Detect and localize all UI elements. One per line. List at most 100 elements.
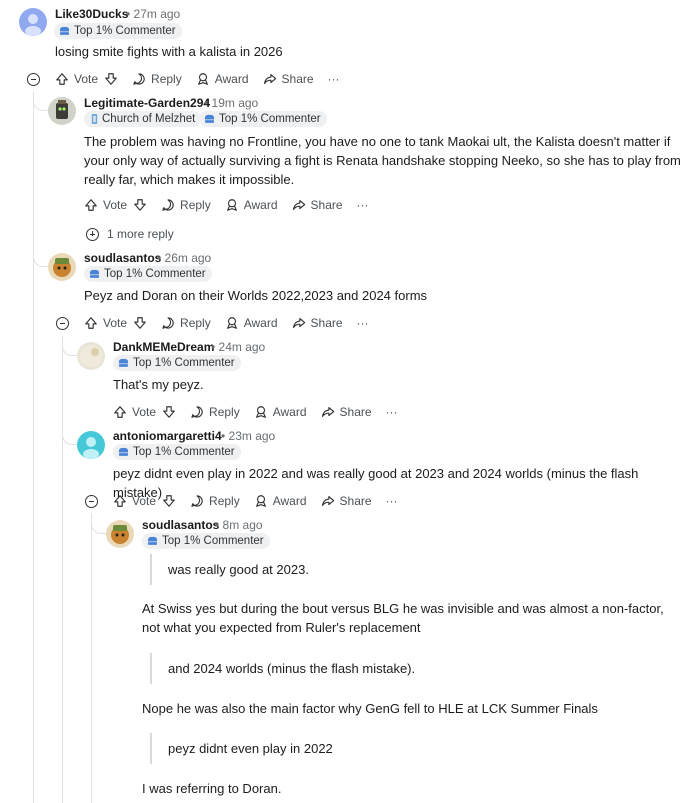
collapse-thread-button[interactable]	[27, 73, 40, 86]
more-options-button[interactable]: ···	[386, 405, 398, 419]
upvote-icon	[113, 494, 127, 508]
award-button[interactable]: Award	[254, 405, 307, 419]
share-icon	[292, 198, 306, 212]
reply-icon	[132, 72, 146, 86]
downvote-icon	[162, 405, 176, 419]
more-options-button[interactable]: ···	[357, 198, 369, 212]
avatar[interactable]	[48, 97, 76, 125]
award-icon	[225, 198, 239, 212]
more-replies-link[interactable]: 1 more reply	[86, 227, 174, 241]
share-icon	[263, 72, 277, 86]
timestamp[interactable]: • 27m ago	[126, 7, 180, 21]
comment-actions: Vote Reply Award Share ···	[55, 69, 354, 89]
reply-icon	[161, 316, 175, 330]
collapse-thread-button[interactable]	[85, 495, 98, 508]
avatar[interactable]	[77, 342, 105, 370]
avatar[interactable]	[106, 520, 134, 548]
share-icon	[321, 494, 335, 508]
share-button[interactable]: Share	[292, 198, 343, 212]
upvote-button[interactable]: Vote	[113, 494, 156, 508]
award-button[interactable]: Award	[225, 316, 278, 330]
upvote-button[interactable]: Vote	[84, 198, 127, 212]
reply-icon	[161, 198, 175, 212]
timestamp[interactable]: • 26m ago	[157, 251, 211, 265]
upvote-button[interactable]: Vote	[55, 72, 98, 86]
shield-icon	[89, 269, 100, 279]
downvote-icon	[133, 198, 147, 212]
more-options-button[interactable]: ···	[328, 72, 340, 86]
award-button[interactable]: Award	[196, 72, 249, 86]
award-button[interactable]: Award	[254, 494, 307, 508]
award-icon	[196, 72, 210, 86]
flair-badge: Top 1% Commenter	[199, 111, 327, 127]
share-button[interactable]: Share	[321, 494, 372, 508]
avatar[interactable]	[77, 431, 105, 459]
award-icon	[225, 316, 239, 330]
reply-icon	[190, 405, 204, 419]
comment-actions: Vote Reply Award Share ···	[84, 195, 383, 215]
downvote-button[interactable]	[104, 72, 118, 86]
share-button[interactable]: Share	[263, 72, 314, 86]
timestamp[interactable]: • 8m ago	[215, 518, 263, 532]
username[interactable]: DankMEMeDream	[113, 340, 214, 354]
flair-badge: Top 1% Commenter	[113, 355, 241, 371]
award-button[interactable]: Award	[225, 198, 278, 212]
timestamp[interactable]: • 24m ago	[211, 340, 265, 354]
username[interactable]: Legitimate-Garden294	[84, 96, 210, 110]
timestamp[interactable]: • 19m ago	[204, 96, 258, 110]
downvote-button[interactable]	[133, 198, 147, 212]
award-icon	[254, 494, 268, 508]
comment-paragraph: Nope he was also the main factor why Gen…	[142, 701, 598, 716]
username[interactable]: soudlasantos	[84, 251, 161, 265]
shield-icon	[59, 26, 70, 36]
comment-body: The problem was having no Frontline, you…	[84, 134, 681, 187]
flair-badge: Top 1% Commenter	[54, 23, 182, 39]
shield-icon	[118, 447, 129, 457]
downvote-icon	[104, 72, 118, 86]
reply-button[interactable]: Reply	[132, 72, 182, 86]
avatar[interactable]	[19, 8, 47, 36]
downvote-icon	[133, 316, 147, 330]
more-options-button[interactable]: ···	[386, 494, 398, 508]
reply-button[interactable]: Reply	[161, 198, 211, 212]
username[interactable]: soudlasantos	[142, 518, 219, 532]
upvote-icon	[55, 72, 69, 86]
comment-body: losing smite fights with a kalista in 20…	[55, 44, 283, 59]
downvote-button[interactable]	[162, 405, 176, 419]
award-icon	[254, 405, 268, 419]
flair-badge: Church of Melzhet	[84, 111, 202, 127]
upvote-button[interactable]: Vote	[84, 316, 127, 330]
shield-icon	[204, 114, 215, 124]
blockquote: was really good at 2023.	[150, 554, 688, 585]
church-flair-icon	[91, 114, 98, 124]
comment-body: Peyz and Doran on their Worlds 2022,2023…	[84, 288, 428, 303]
timestamp[interactable]: • 23m ago	[221, 429, 275, 443]
downvote-button[interactable]	[162, 494, 176, 508]
reply-button[interactable]: Reply	[190, 405, 240, 419]
username[interactable]: antoniomargaretti4	[113, 429, 222, 443]
flair-badge: Top 1% Commenter	[113, 444, 241, 460]
upvote-icon	[84, 316, 98, 330]
upvote-button[interactable]: Vote	[113, 405, 156, 419]
comment-body: That's my peyz.	[113, 377, 204, 392]
flair-badge: Top 1% Commenter	[84, 266, 212, 282]
reply-button[interactable]: Reply	[190, 494, 240, 508]
comment-actions: Vote Reply Award Share ···	[113, 491, 412, 511]
expand-icon	[86, 227, 99, 241]
blockquote: and 2024 worlds (minus the flash mistake…	[150, 653, 688, 684]
comment-actions: Vote Reply Award Share ···	[84, 313, 383, 333]
share-button[interactable]: Share	[321, 405, 372, 419]
upvote-icon	[113, 405, 127, 419]
avatar[interactable]	[48, 253, 76, 281]
more-options-button[interactable]: ···	[357, 316, 369, 330]
flair-badge: Top 1% Commenter	[142, 533, 270, 549]
downvote-button[interactable]	[133, 316, 147, 330]
collapse-thread-button[interactable]	[56, 317, 69, 330]
reply-button[interactable]: Reply	[161, 316, 211, 330]
comment-actions: Vote Reply Award Share ···	[113, 402, 412, 422]
username[interactable]: Like30Ducks	[55, 7, 128, 21]
shield-icon	[147, 536, 158, 546]
share-icon	[321, 405, 335, 419]
share-button[interactable]: Share	[292, 316, 343, 330]
upvote-icon	[84, 198, 98, 212]
